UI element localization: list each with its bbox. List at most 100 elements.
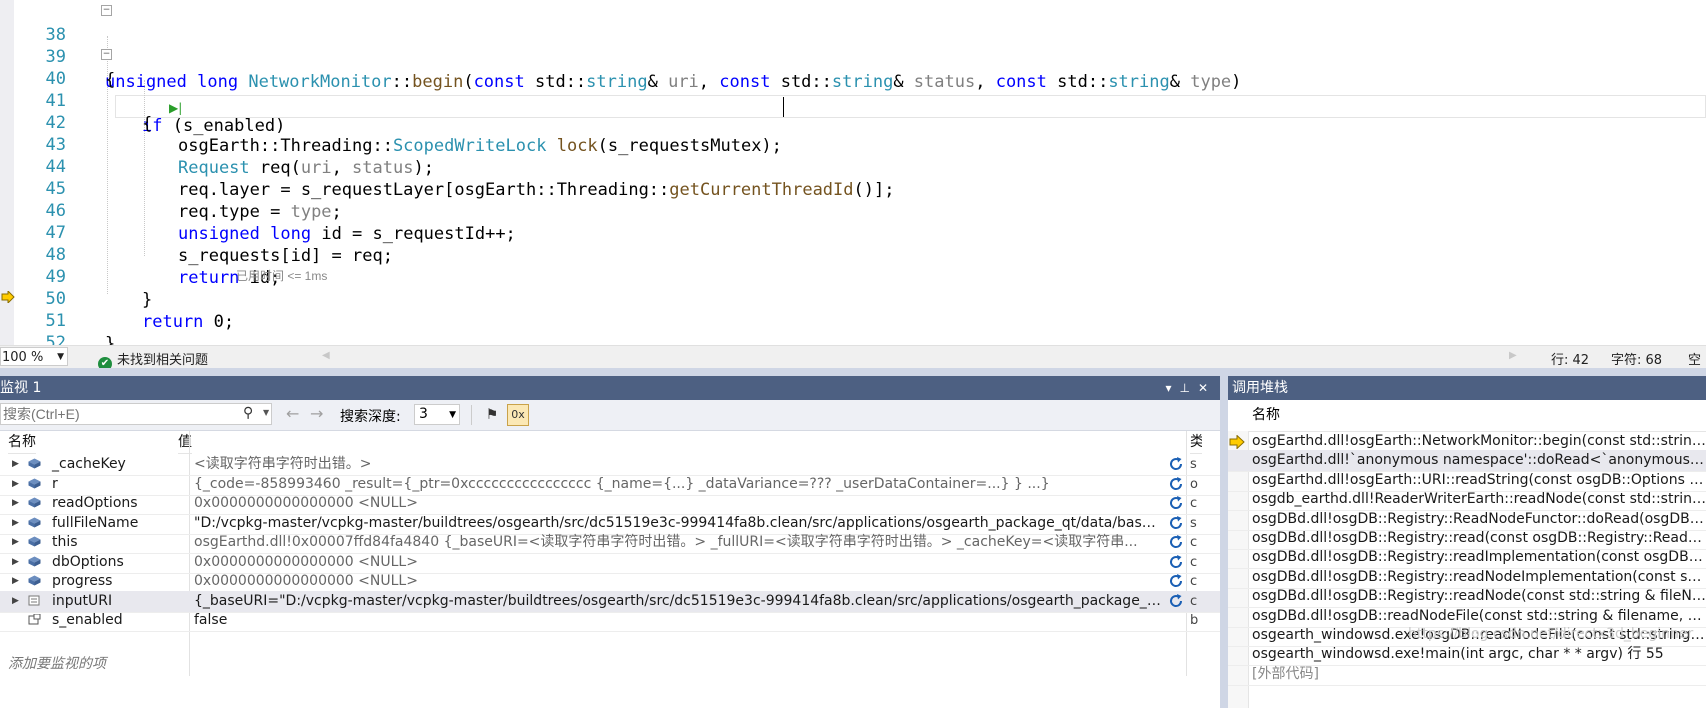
watch-value[interactable]: {_baseURI="D:/vcpkg-master/vcpkg-master/… [194,591,1162,612]
refresh-icon[interactable] [1168,593,1184,609]
expand-icon[interactable]: ▶ [12,474,19,495]
code-line[interactable]: 50 return 0; 已用时间 <= 1ms [0,264,1706,332]
watch-value[interactable]: false [194,610,1162,631]
watch-col-type[interactable]: 类 [1190,431,1202,454]
refresh-icon[interactable] [1168,554,1184,570]
watch-name[interactable]: s_enabled [52,610,123,631]
watch-type[interactable]: s [1190,454,1215,475]
callstack-frame-label: [外部代码] [1252,665,1319,682]
expand-icon[interactable]: ▶ [12,591,19,612]
expand-icon[interactable]: ▶ [12,513,19,534]
watch-name[interactable]: dbOptions [52,552,124,573]
watch-value[interactable]: 0x0000000000000000 <NULL> [194,552,1162,573]
fold-toggle-icon[interactable]: − [101,5,112,16]
refresh-icon[interactable] [1168,534,1184,550]
code-line[interactable]: 48 return id; [0,220,1706,289]
callstack-grid[interactable]: 名称 osgEarthd.dll!osgEarth::NetworkMonito… [1228,400,1706,708]
watch-type[interactable]: c [1190,552,1215,573]
code-line[interactable]: 45 req.type = type; [0,154,1706,223]
refresh-icon[interactable] [1168,573,1184,589]
watch-panel-title-bar[interactable]: 监视 1 ▾⊥✕ [0,376,1220,400]
callstack-header[interactable]: 名称 [1228,400,1706,432]
scroll-right-icon[interactable]: ▶ [1509,350,1517,361]
code-line[interactable]: 39 { [0,22,1706,91]
watch-value[interactable]: "D:/vcpkg-master/vcpkg-master/buildtrees… [194,513,1162,534]
add-watch-item[interactable]: 添加要监视的项 [8,653,106,673]
watch-type[interactable]: c [1190,493,1215,514]
watch-name[interactable]: inputURI [52,591,112,612]
watch-name[interactable]: fullFileName [52,513,138,534]
cursor-line[interactable]: 行: 42 [1551,349,1589,368]
cursor-char[interactable]: 字符: 68 [1611,349,1662,368]
dropdown-icon[interactable]: ▾ [1165,381,1179,395]
watch-value[interactable]: 0x0000000000000000 <NULL> [194,493,1162,514]
watch-search-box[interactable]: ⚲ ▼ [0,403,272,425]
code-line[interactable]: 44 req.layer = s_requestLayer[osgEarth::… [0,132,1706,201]
refresh-icon[interactable] [1168,515,1184,531]
callstack-frame-label: osgDBd.dll!osgDB::readNodeFile(const std… [1252,607,1706,624]
arrow-left-icon[interactable]: ← [286,404,299,423]
watch-name[interactable]: _cacheKey [52,454,126,475]
panel-splitter[interactable] [1220,376,1228,708]
code-line[interactable]: 46 unsigned long id = s_requestId++; [0,176,1706,245]
close-icon[interactable]: ✕ [1198,381,1216,395]
watch-name[interactable]: r [52,474,58,495]
watch-type[interactable]: o [1190,474,1215,495]
zoom-value: 100 % [2,350,44,365]
code-line[interactable]: 40 − if (s_enabled) [0,44,1706,136]
watch-row[interactable]: s_enabled false b [0,610,1220,632]
watch-value[interactable]: {_code=-858993460 _result={_ptr=0xcccccc… [194,474,1162,495]
chevron-down-icon[interactable]: ▼ [263,408,269,417]
arrow-right-icon[interactable]: → [310,404,323,423]
code-line[interactable]: 47 s_requests[id] = req; [0,198,1706,267]
next-statement-arrow-icon[interactable] [1,291,15,303]
code-line[interactable]: 51 } [0,286,1706,345]
run-to-click-icon[interactable]: ▶| [169,101,182,115]
fold-toggle-icon[interactable]: − [101,49,112,60]
refresh-icon[interactable] [1168,476,1184,492]
zoom-dropdown[interactable]: 100 % ▼ [0,347,68,366]
watch-type[interactable]: s [1190,513,1215,534]
pin-to-source-icon[interactable]: ⚑ [481,404,503,426]
watch-name[interactable]: readOptions [52,493,138,514]
watch-value[interactable]: <读取字符串字符时出错。> [194,454,1162,475]
field-icon [28,458,41,469]
watch-name[interactable]: progress [52,571,112,592]
watch-grid[interactable]: 名称 值 类 ▶_cacheKey<读取字符串字符时出错。>s▶r{_code=… [0,431,1220,708]
watch-type[interactable]: c [1190,532,1215,553]
search-icon[interactable]: ⚲ [243,405,253,421]
code-line[interactable]: 42 osgEarth::Threading::ScopedWriteLock … [0,88,1706,157]
code-line[interactable]: 52 [0,308,1706,345]
expand-icon[interactable]: ▶ [12,493,19,514]
expand-icon[interactable]: ▶ [12,552,19,573]
editor-status-bar: 100 % ▼ ✔未找到相关问题 ◀ ▶ 行: 42 字符: 68 空格 [0,345,1706,387]
search-depth-select[interactable]: 3 ▼ [414,404,460,425]
callstack-frame[interactable]: [外部代码] [1228,664,1706,686]
field-icon [28,536,41,547]
watch-type[interactable]: c [1190,571,1215,592]
callstack-col-name[interactable]: 名称 [1252,400,1280,431]
watch-col-name[interactable]: 名称 [8,431,36,454]
watch-name[interactable]: this [52,532,78,553]
watch-type[interactable]: b [1190,610,1215,631]
search-input[interactable] [1,404,235,423]
pin-icon[interactable]: ⊥ [1179,381,1197,395]
expand-icon[interactable]: ▶ [12,532,19,553]
scroll-left-icon[interactable]: ◀ [322,350,330,361]
chevron-down-icon: ▼ [57,352,64,362]
refresh-icon[interactable] [1168,495,1184,511]
code-line[interactable]: 49 } [0,242,1706,311]
watch-type[interactable]: c [1190,591,1215,612]
expand-icon[interactable]: ▶ [12,454,19,475]
callstack-panel-title-bar[interactable]: 调用堆栈 [1228,376,1706,400]
watch-toolbar: ⚲ ▼ ← → 搜索深度: 3 ▼ ⚑ 0x [0,400,1220,431]
watch-value[interactable]: 0x0000000000000000 <NULL> [194,571,1162,592]
refresh-icon[interactable] [1168,456,1184,472]
watch-value[interactable]: osgEarthd.dll!0x00007ffd84fa4840 {_baseU… [194,532,1162,553]
code-editor[interactable]: 38 − unsigned long NetworkMonitor::begin… [0,0,1706,345]
hex-display-icon[interactable]: 0x [507,404,529,426]
code-line[interactable]: 41 { [0,66,1706,135]
code-line[interactable]: 43 Request req(uri, status); [0,110,1706,179]
code-line[interactable]: 38 − unsigned long NetworkMonitor::begin… [0,0,1706,92]
expand-icon[interactable]: ▶ [12,571,19,592]
